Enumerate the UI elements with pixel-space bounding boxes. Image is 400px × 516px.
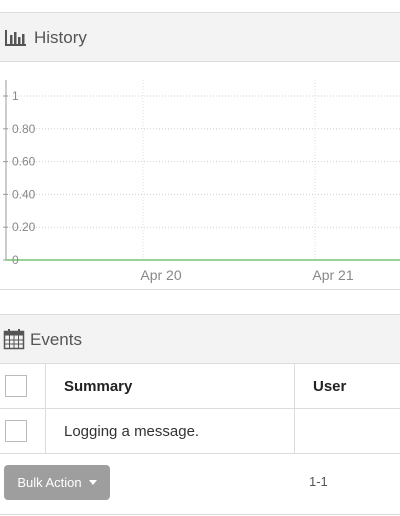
column-header-user[interactable]: User — [294, 364, 400, 409]
caret-down-icon — [88, 480, 97, 485]
row-checkbox[interactable] — [5, 420, 27, 442]
x-tick-label: Apr 21 — [312, 267, 353, 283]
history-title: History — [34, 28, 87, 47]
y-tick-label: 0.60 — [12, 155, 36, 169]
row-checkbox-cell — [0, 408, 46, 454]
table-header-row: Summary User — [0, 364, 400, 409]
select-all-checkbox[interactable] — [5, 375, 27, 397]
events-footer: Bulk Action 1-1 — [0, 454, 400, 515]
y-tick-label: 1 — [12, 89, 19, 103]
bulk-action-label: Bulk Action — [17, 475, 82, 490]
column-header-summary[interactable]: Summary — [45, 364, 295, 409]
y-tick-label: 0.40 — [12, 187, 36, 201]
events-table: Summary User Logging a message. — [0, 364, 400, 454]
row-user — [294, 408, 400, 454]
history-chart-svg: 00.200.400.600.801Apr 20 Apr 21 — [3, 80, 400, 283]
row-summary[interactable]: Logging a message. — [45, 408, 295, 454]
x-tick-label: Apr 20 — [140, 267, 181, 283]
events-header: Events — [0, 314, 400, 364]
bulk-action-button[interactable]: Bulk Action — [4, 465, 110, 500]
pagination-range: 1-1 — [309, 474, 328, 489]
select-all-cell — [0, 364, 46, 409]
bar-chart-icon — [5, 30, 26, 46]
table-row[interactable]: Logging a message. — [0, 408, 400, 454]
divider — [0, 289, 400, 290]
history-header: History — [0, 12, 400, 62]
history-chart: 0 0.20 0.40 0.60 0.80 1 Apr 20 Apr 21 — [0, 62, 400, 290]
y-tick-label: 0.80 — [12, 122, 36, 136]
y-tick-label: 0.20 — [12, 220, 36, 234]
events-title: Events — [30, 330, 82, 349]
calendar-icon — [3, 329, 25, 350]
